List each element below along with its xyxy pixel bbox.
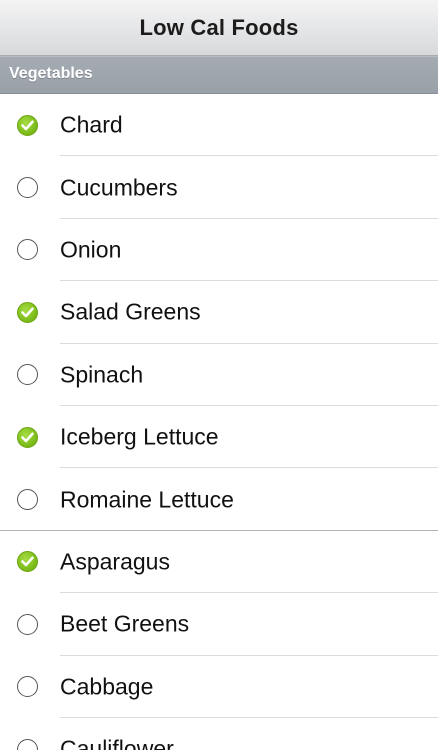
list-item[interactable]: Onion: [0, 219, 438, 282]
app-screen: Low Cal Foods Vegetables Chard Cucumbers…: [0, 0, 438, 750]
empty-circle-icon[interactable]: [17, 738, 38, 750]
nav-title: Low Cal Foods: [139, 14, 299, 40]
empty-circle-icon[interactable]: [17, 676, 38, 698]
list-item[interactable]: Iceberg Lettuce: [0, 406, 438, 469]
list-item[interactable]: Chard: [0, 94, 438, 157]
empty-circle-icon[interactable]: [17, 613, 38, 635]
list-item[interactable]: Cauliflower: [0, 718, 438, 750]
list-item-label: Beet Greens: [60, 610, 190, 637]
list-item[interactable]: Asparagus: [0, 531, 438, 594]
list-item-label: Chard: [60, 111, 123, 138]
empty-circle-icon[interactable]: [17, 177, 38, 199]
navigation-bar: Low Cal Foods: [0, 0, 438, 56]
list-item-label: Cauliflower: [60, 735, 174, 750]
green-check-circle-icon[interactable]: [17, 551, 38, 573]
empty-circle-icon[interactable]: [17, 364, 38, 386]
list-item[interactable]: Salad Greens: [0, 281, 438, 344]
green-check-circle-icon[interactable]: [17, 301, 38, 323]
empty-circle-icon[interactable]: [17, 489, 38, 511]
list-item-label: Asparagus: [60, 548, 170, 575]
list-item-label: Iceberg Lettuce: [60, 423, 219, 450]
green-check-circle-icon[interactable]: [17, 114, 38, 136]
list-item[interactable]: Cabbage: [0, 656, 438, 718]
section-header-vegetables: Vegetables: [0, 56, 438, 94]
list-item[interactable]: Romaine Lettuce: [0, 468, 438, 531]
list-item[interactable]: Spinach: [0, 344, 438, 406]
list-item-label: Onion: [60, 236, 122, 263]
list-item[interactable]: Beet Greens: [0, 593, 438, 656]
section-title: Vegetables: [9, 65, 93, 82]
green-check-circle-icon[interactable]: [17, 426, 38, 448]
food-list: Chard Cucumbers Onion Salad Greens Spina…: [0, 94, 438, 750]
list-item-label: Salad Greens: [60, 298, 201, 325]
empty-circle-icon[interactable]: [17, 239, 38, 261]
list-item-label: Spinach: [60, 361, 144, 388]
list-item-label: Cabbage: [60, 673, 154, 700]
list-item[interactable]: Cucumbers: [0, 156, 438, 219]
list-item-label: Romaine Lettuce: [60, 486, 234, 513]
list-item-label: Cucumbers: [60, 174, 178, 201]
